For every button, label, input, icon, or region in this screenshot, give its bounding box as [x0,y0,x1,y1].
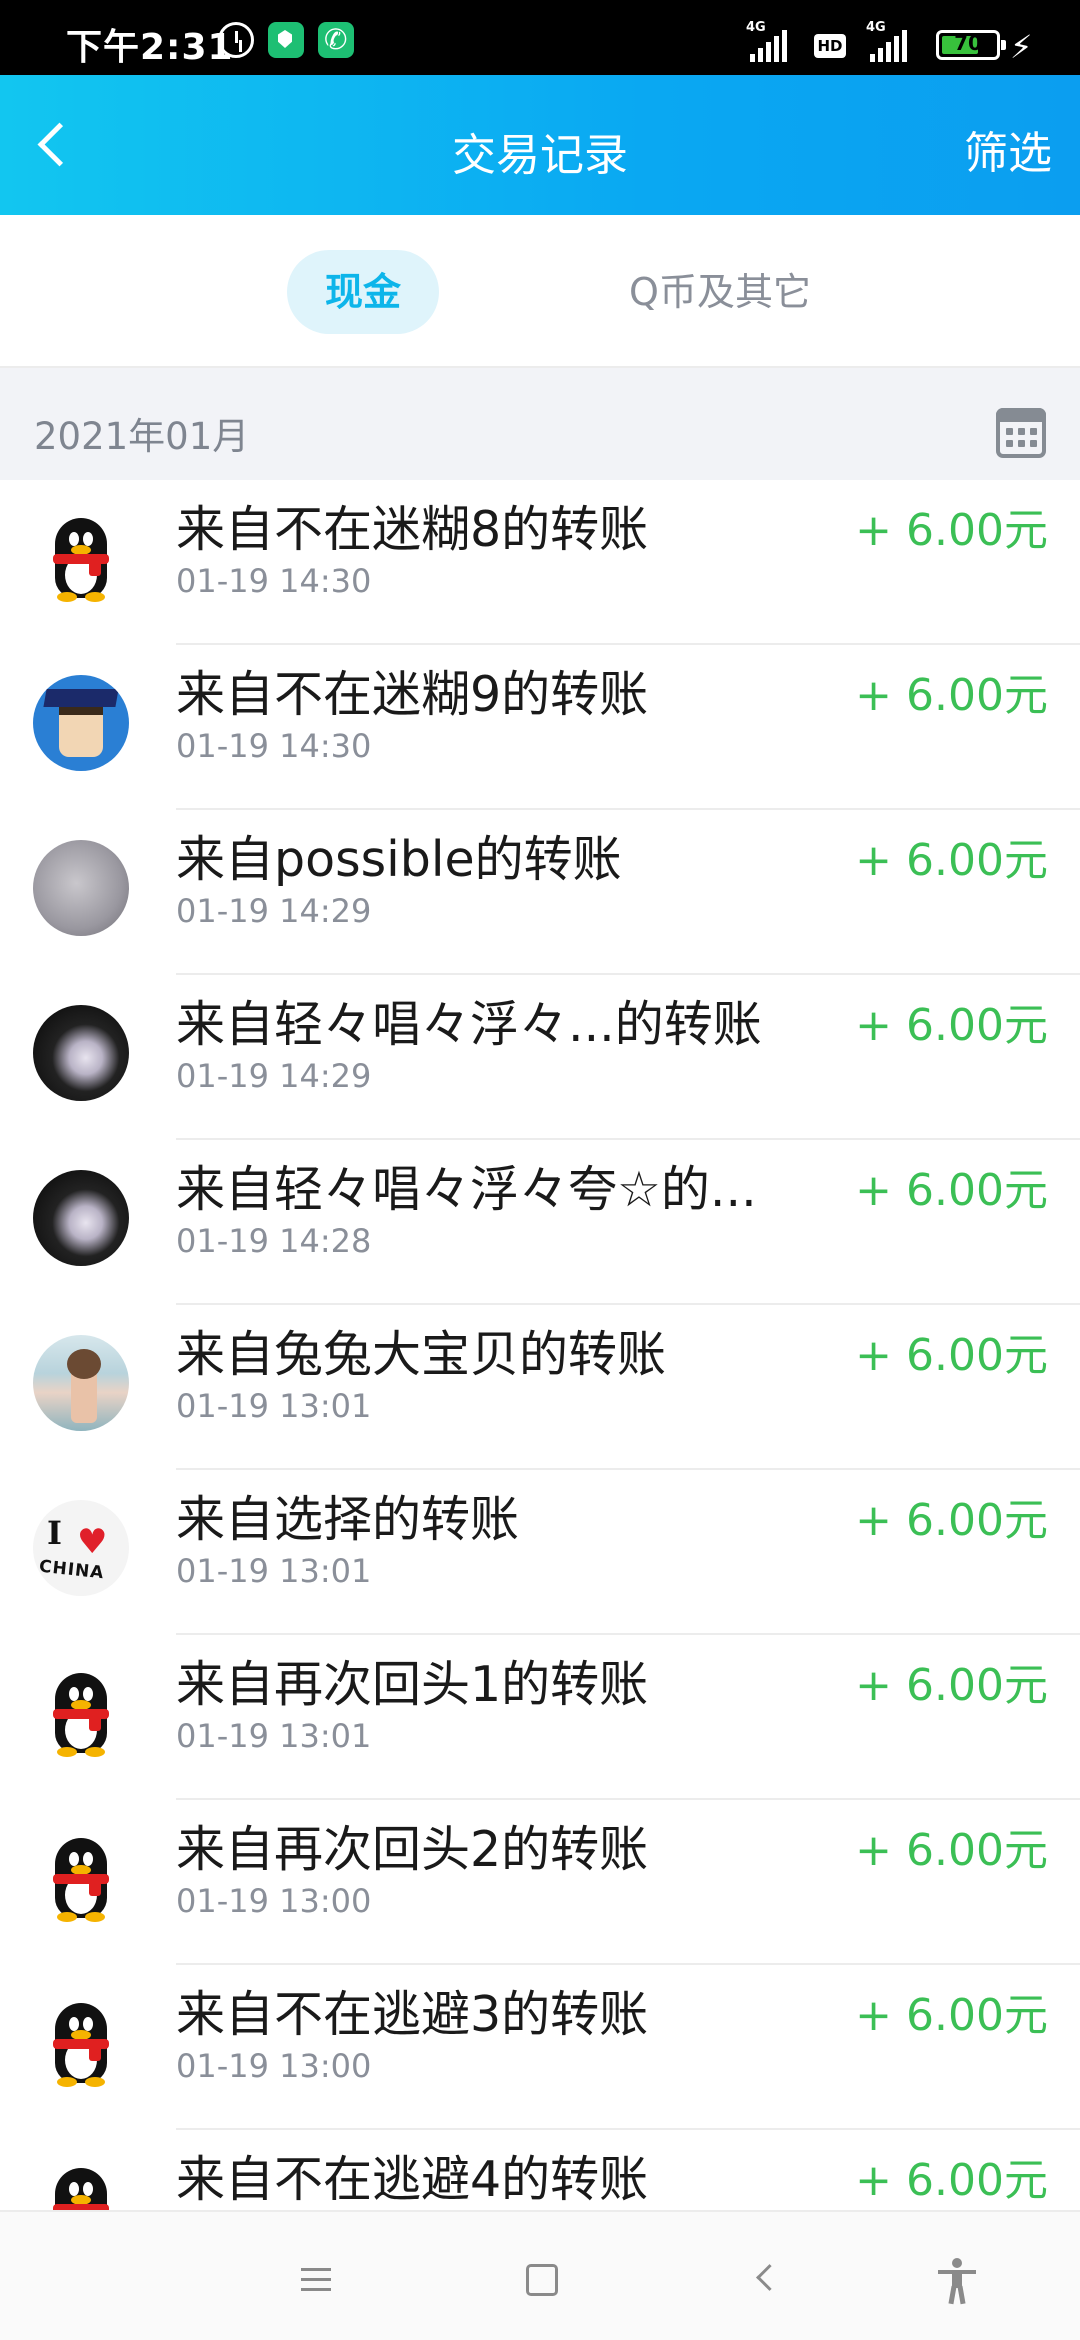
month-label: 2021年01月 [34,415,250,458]
hd-icon: HD [814,34,846,58]
transaction-row[interactable]: 来自兔兔大宝贝的转账 01-19 13:01 + 6.00元 [0,1305,1080,1470]
transaction-time: 01-19 13:01 [176,1387,372,1425]
penguin-avatar [33,1995,129,2091]
penguin-avatar [33,1665,129,1761]
network-type-label: 4G [866,20,886,35]
tab-qcoin-other[interactable]: Q币及其它 [610,250,830,334]
transaction-amount: + 6.00元 [855,1165,1048,1216]
signal-icon: 4G [746,20,787,62]
transaction-amount: + 6.00元 [855,1495,1048,1546]
transaction-amount: + 6.00元 [855,835,1048,886]
home-icon[interactable] [514,2252,570,2308]
portrait-avatar [33,1005,129,1101]
status-time: 下午2:31 [66,27,234,68]
transaction-row[interactable]: 来自轻々唱々浮々...的转账 01-19 14:29 + 6.00元 [0,975,1080,1140]
penguin-avatar [33,2160,129,2210]
transaction-title: 来自再次回头2的转账 [176,1821,649,1878]
accessibility-icon[interactable] [930,2252,986,2308]
transaction-time: 01-19 13:01 [176,1552,372,1590]
transaction-title: 来自轻々唱々浮々夸☆的... [176,1161,757,1218]
transaction-row[interactable]: 来自不在迷糊8的转账 01-19 14:30 + 6.00元 [0,480,1080,645]
page-title: 交易记录 [452,130,628,181]
app-header: 交易记录 筛选 [0,75,1080,215]
transaction-time: 01-19 14:30 [176,727,372,765]
transaction-amount: + 6.00元 [855,1330,1048,1381]
transaction-time: 01-19 13:00 [176,2047,372,2085]
transaction-time: 01-19 14:30 [176,562,372,600]
filter-button[interactable]: 筛选 [964,117,1052,181]
signal-icon: 4G [866,20,907,62]
transaction-title: 来自不在迷糊8的转账 [176,501,649,558]
transaction-title: 来自不在逃避4的转账 [176,2151,649,2208]
network-type-label: 4G [746,20,766,35]
month-header: 2021年01月 [0,368,1080,480]
battery-level: 70 [954,31,982,55]
system-nav-bar [0,2210,1080,2340]
back-icon[interactable] [740,2252,796,2308]
transaction-amount: + 6.00元 [855,670,1048,721]
portrait-avatar [33,840,129,936]
transaction-time: 01-19 13:00 [176,1882,372,1920]
transaction-row[interactable]: 来自不在逃避3的转账 01-19 13:00 + 6.00元 [0,1965,1080,2130]
transaction-title: 来自兔兔大宝贝的转账 [176,1326,667,1383]
transaction-row[interactable]: 来自possible的转账 01-19 14:29 + 6.00元 [0,810,1080,975]
photo-avatar [33,1335,129,1431]
charging-icon: ⚡ [1010,28,1033,66]
avatar-text: I [47,1514,62,1552]
transaction-row[interactable]: I ♥ CHINA 来自选择的转账 01-19 13:01 + 6.00元 [0,1470,1080,1635]
transaction-amount: + 6.00元 [855,505,1048,556]
graduate-avatar [33,675,129,771]
transaction-list[interactable]: 来自不在迷糊8的转账 01-19 14:30 + 6.00元 来自不在迷糊9的转账 01… [0,480,1080,2210]
transaction-amount: + 6.00元 [855,1990,1048,2041]
calendar-icon[interactable] [996,408,1046,458]
battery-icon: 70 [936,30,1006,60]
status-bar: 下午2:31 4G HD 4G 70 ⚡ [0,0,1080,75]
transaction-row[interactable]: 来自再次回头2的转账 01-19 13:00 + 6.00元 [0,1800,1080,1965]
heart-icon: ♥ [77,1522,108,1562]
tab-cash[interactable]: 现金 [287,250,439,334]
transaction-row[interactable]: 来自不在逃避4的转账 + 6.00元 [0,2130,1080,2210]
transaction-title: 来自选择的转账 [176,1491,520,1548]
alarm-icon [218,22,254,58]
transaction-time: 01-19 14:29 [176,892,372,930]
transaction-row[interactable]: 来自再次回头1的转账 01-19 13:01 + 6.00元 [0,1635,1080,1800]
transaction-title: 来自再次回头1的转账 [176,1656,649,1713]
portrait-avatar [33,1170,129,1266]
transaction-time: 01-19 14:28 [176,1222,372,1260]
transaction-time: 01-19 14:29 [176,1057,372,1095]
security-app-icon [268,22,304,58]
transaction-amount: + 6.00元 [855,2155,1048,2206]
transaction-row[interactable]: 来自不在迷糊9的转账 01-19 14:30 + 6.00元 [0,645,1080,810]
i-love-china-avatar: I ♥ CHINA [33,1500,129,1596]
transaction-row[interactable]: 来自轻々唱々浮々夸☆的... 01-19 14:28 + 6.00元 [0,1140,1080,1305]
transaction-time: 01-19 13:01 [176,1717,372,1755]
transaction-title: 来自possible的转账 [176,831,622,888]
transaction-title: 来自轻々唱々浮々...的转账 [176,996,762,1053]
transaction-amount: + 6.00元 [855,1825,1048,1876]
phone-app-icon [318,22,354,58]
transaction-amount: + 6.00元 [855,1660,1048,1711]
transaction-title: 来自不在逃避3的转账 [176,1986,649,2043]
menu-icon[interactable] [289,2252,345,2308]
transaction-title: 来自不在迷糊9的转账 [176,666,649,723]
transaction-amount: + 6.00元 [855,1000,1048,1051]
penguin-avatar [33,1830,129,1926]
tab-bar: 现金 Q币及其它 [0,215,1080,368]
penguin-avatar [33,510,129,606]
